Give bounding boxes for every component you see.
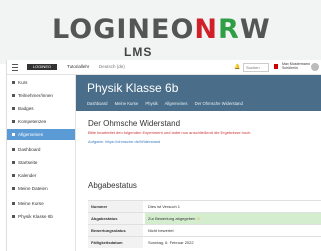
folder-icon xyxy=(12,133,15,137)
calendar-icon xyxy=(12,174,15,178)
breadcrumb-item[interactable]: Physik xyxy=(145,101,157,106)
user-menu[interactable]: Max Mustermann Schüler/in xyxy=(282,62,310,70)
message-icon[interactable] xyxy=(274,64,278,69)
sidebar-item-files[interactable]: Meine Dateien xyxy=(7,183,75,194)
status-key: Bewertungsstatus xyxy=(88,225,143,236)
emoji-icon: ☺ xyxy=(196,216,201,221)
course-header: Physik Klasse 6b Dashboard Meine Kurse P… xyxy=(76,75,321,111)
status-value: Dies ist Versuch 1 xyxy=(148,204,181,209)
logo-letter-r: R xyxy=(218,14,240,45)
status-title: Abgabestatus xyxy=(88,181,137,190)
assignment-description: Bitte bearbeitet den folgenden Experimen… xyxy=(88,130,252,135)
assignment-link[interactable]: Aufgabe: https://ohmsche.de/Widerstand xyxy=(88,139,160,144)
page-title: Physik Klasse 6b xyxy=(87,81,179,95)
status-value: Sonntag, 6. Februar 2022 xyxy=(148,240,194,245)
sidebar-item-physics[interactable]: Physik Klasse 6b xyxy=(7,211,75,222)
table-row: Nummer Dies ist Versuch 1 xyxy=(88,200,321,212)
table-row: Abgabestatus Zur Bewertung abgegeben ☺ xyxy=(88,212,321,224)
status-value: Nicht bewertet xyxy=(148,228,174,233)
home-icon xyxy=(12,161,15,165)
sidebar-item-general[interactable]: Allgemeines xyxy=(7,129,75,140)
logo-letter-w: W xyxy=(239,14,271,45)
users-icon xyxy=(12,94,15,98)
main-content: Der Ohmsche Widerstand Bitte bearbeitet … xyxy=(76,111,321,251)
menu-icon[interactable] xyxy=(12,64,18,71)
site-logo[interactable]: LOGINEO xyxy=(27,64,57,70)
notification-icon[interactable]: 🔔 xyxy=(234,64,240,70)
file-icon xyxy=(12,187,15,191)
sidebar-item-participants[interactable]: Teilnehmer/innen xyxy=(7,90,75,101)
assignment-title: Der Ohmsche Widerstand xyxy=(88,119,181,128)
course-icon xyxy=(12,215,15,219)
logo-subtitle: LMS xyxy=(124,45,153,59)
badge-icon xyxy=(12,107,15,111)
logo-banner: LOGINEONRW LMS xyxy=(0,0,321,64)
status-value: Zur Bewertung abgegeben ☺ xyxy=(145,213,321,224)
lms-screen: LOGINEO Tutoriallehr Deutsch (de) 🔔 Such… xyxy=(6,60,321,251)
sidebar: Kurs Teilnehmer/innen Badges Kompetenzen… xyxy=(7,75,76,251)
breadcrumb-item[interactable]: Der Ohmsche Widerstand xyxy=(195,101,243,106)
language-menu[interactable]: Deutsch (de) xyxy=(99,64,125,69)
status-key: Abgabestatus xyxy=(88,213,143,224)
logo-letter-n: N xyxy=(194,14,219,45)
logo-text-logineo: LOGINEO xyxy=(52,14,195,45)
courses-icon xyxy=(12,202,15,206)
breadcrumb-item[interactable]: Meine Kurse xyxy=(115,101,139,106)
course-icon xyxy=(12,81,15,85)
search-input[interactable]: Suchen xyxy=(243,63,269,72)
breadcrumb-item[interactable]: Dashboard xyxy=(87,101,108,106)
avatar[interactable] xyxy=(311,63,319,71)
sidebar-item-my-courses[interactable]: Meine Kurse xyxy=(7,198,75,209)
check-icon xyxy=(12,120,15,124)
logineo-logo: LOGINEONRW xyxy=(52,14,272,45)
top-navbar: LOGINEO Tutoriallehr Deutsch (de) 🔔 Such… xyxy=(7,60,321,75)
sidebar-item-home[interactable]: Startseite xyxy=(7,157,75,168)
sidebar-item-dashboard[interactable]: Dashboard xyxy=(7,144,75,155)
sidebar-item-kurs[interactable]: Kurs xyxy=(7,77,75,88)
status-key: Nummer xyxy=(88,201,143,212)
sidebar-item-calendar[interactable]: Kalender xyxy=(7,170,75,181)
dashboard-icon xyxy=(12,148,15,152)
user-role: Schüler/in xyxy=(282,66,298,70)
table-row: Bewertungsstatus Nicht bewertet xyxy=(88,224,321,236)
table-row: Fälligkeitsdatum Sonntag, 6. Februar 202… xyxy=(88,236,321,248)
sidebar-item-competencies[interactable]: Kompetenzen xyxy=(7,116,75,127)
breadcrumb-item[interactable]: Allgemeines xyxy=(165,101,188,106)
breadcrumb: Dashboard Meine Kurse Physik Allgemeines… xyxy=(87,101,249,106)
status-table: Nummer Dies ist Versuch 1 Abgabestatus Z… xyxy=(88,200,321,248)
sidebar-item-badges[interactable]: Badges xyxy=(7,103,75,114)
nav-item-tutorial[interactable]: Tutoriallehr xyxy=(67,64,89,69)
status-key: Fälligkeitsdatum xyxy=(88,237,143,248)
